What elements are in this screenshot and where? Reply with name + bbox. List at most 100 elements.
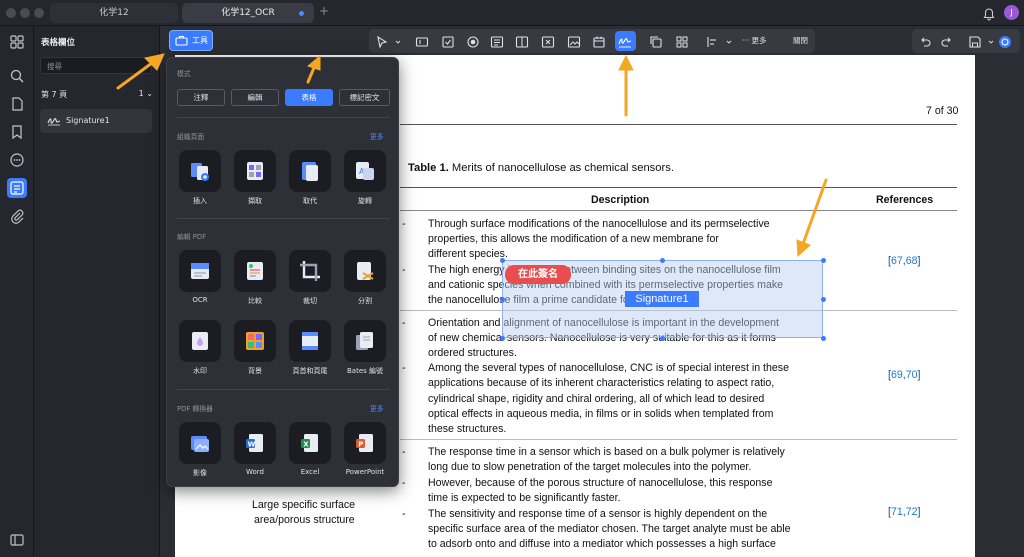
reference-cell[interactable]: [71,72] — [888, 506, 920, 518]
chevron-down-icon[interactable] — [984, 34, 994, 48]
image-field-icon[interactable] — [567, 34, 581, 48]
resize-handle[interactable] — [821, 336, 826, 341]
organize-more-link[interactable]: 更多 — [370, 131, 384, 141]
extract-tool-tile[interactable] — [234, 150, 276, 192]
to-excel-tool-tile[interactable]: X — [289, 422, 331, 464]
field-item-label: Signature1 — [66, 116, 110, 125]
close-form-mode-button[interactable]: 關閉 — [793, 35, 808, 46]
resize-handle[interactable] — [821, 258, 826, 263]
panel-title: 表格欄位 — [41, 38, 76, 48]
divider — [177, 117, 390, 118]
col-header-references: References — [876, 194, 934, 206]
thumbnails-icon[interactable] — [9, 34, 25, 50]
bookmark-icon[interactable] — [9, 124, 25, 140]
row-label: Large specific surface — [252, 499, 356, 511]
button-field-icon[interactable] — [541, 34, 555, 48]
avatar[interactable]: J — [1004, 5, 1019, 20]
edit-section-label: 編輯 PDF — [177, 233, 206, 241]
page-field-count: 1 ⌄ — [138, 89, 153, 98]
combo-box-icon[interactable] — [490, 34, 504, 48]
tool-label: Word — [246, 468, 264, 476]
more-button[interactable]: ··· 更多 — [742, 35, 767, 46]
insert-tool-tile[interactable] — [179, 150, 221, 192]
chevron-down-icon[interactable] — [391, 34, 401, 48]
ai-assistant-icon[interactable] — [998, 34, 1012, 48]
minimize-window-button[interactable] — [20, 8, 30, 18]
search-input[interactable]: 搜尋 — [40, 57, 152, 74]
align-icon[interactable] — [706, 34, 720, 48]
replace-pages-icon — [302, 162, 318, 181]
chevron-down-icon[interactable] — [722, 34, 732, 48]
bullet-dash: - — [402, 477, 406, 489]
to-powerpoint-tool-tile[interactable]: P — [344, 422, 386, 464]
crop-icon — [300, 261, 320, 281]
grid-icon[interactable] — [675, 34, 689, 48]
tab-label: 化学12_OCR — [221, 8, 275, 18]
comment-icon[interactable] — [9, 152, 25, 168]
close-window-button[interactable] — [6, 8, 16, 18]
bell-icon[interactable] — [983, 6, 995, 25]
mode-form-button[interactable]: 表格 — [285, 89, 333, 106]
sidebar-toggle-icon[interactable] — [9, 532, 25, 548]
mode-edit-button[interactable]: 編輯 — [231, 89, 279, 106]
watermark-tool-tile[interactable] — [179, 320, 221, 362]
new-tab-button[interactable]: + — [319, 4, 329, 18]
tab-chem12[interactable]: 化学12 — [50, 3, 178, 23]
resize-handle[interactable] — [500, 336, 505, 341]
select-cursor-icon[interactable] — [375, 34, 389, 49]
resize-handle[interactable] — [500, 297, 505, 302]
list-box-icon[interactable] — [515, 34, 529, 48]
redo-icon[interactable] — [940, 34, 954, 48]
split-tool-tile[interactable] — [344, 250, 386, 292]
page-group-header[interactable]: 第 7 頁 1 ⌄ — [41, 89, 153, 100]
field-item-signature[interactable]: Signature1 — [40, 109, 152, 133]
mode-annotate-button[interactable]: 注釋 — [177, 89, 225, 106]
replace-tool-tile[interactable] — [289, 150, 331, 192]
sign-here-badge[interactable]: 在此簽名 — [505, 265, 571, 284]
signature-field-icon[interactable] — [615, 31, 636, 51]
bullet-dash: - — [402, 362, 406, 374]
background-tool-tile[interactable] — [234, 320, 276, 362]
tools-button[interactable]: 工具 — [169, 30, 213, 51]
resize-handle[interactable] — [660, 258, 665, 263]
search-icon[interactable] — [9, 68, 25, 84]
reference-cell[interactable]: [67,68] — [888, 255, 920, 267]
reference-cell[interactable]: [69,70] — [888, 369, 920, 381]
resize-handle[interactable] — [821, 297, 826, 302]
row-label: area/porous structure — [254, 514, 355, 526]
bates-tool-tile[interactable] — [344, 320, 386, 362]
resize-handle[interactable] — [500, 258, 505, 263]
table-line: specific surface area of the mediator ch… — [428, 523, 791, 535]
to-image-tool-tile[interactable] — [179, 422, 221, 464]
convert-more-link[interactable]: 更多 — [370, 403, 384, 413]
resize-handle[interactable] — [660, 336, 665, 341]
extract-pages-icon — [247, 162, 263, 180]
page-icon[interactable] — [9, 96, 25, 112]
zoom-window-button[interactable] — [34, 8, 44, 18]
crop-tool-tile[interactable] — [289, 250, 331, 292]
tab-chem12-ocr[interactable]: 化学12_OCR — [182, 3, 314, 23]
to-word-tool-tile[interactable]: W — [234, 422, 276, 464]
mode-redact-button[interactable]: 標記密文 — [339, 89, 390, 106]
undo-icon[interactable] — [918, 34, 932, 48]
text-field-icon[interactable] — [415, 34, 429, 48]
form-fields-icon[interactable] — [7, 178, 27, 198]
rotate-tool-tile[interactable]: A — [344, 150, 386, 192]
image-convert-icon — [191, 436, 209, 452]
table-line: ordered structures. — [428, 347, 517, 359]
attachment-icon[interactable] — [9, 208, 25, 224]
table-line: to adsorb onto and diffuse into a mediat… — [428, 538, 776, 550]
checkbox-icon[interactable] — [441, 34, 455, 48]
date-field-icon[interactable] — [592, 34, 606, 48]
table-line: optical effects in aqueous media, in fil… — [428, 408, 774, 420]
ocr-tool-tile[interactable] — [179, 250, 221, 292]
svg-text:W: W — [248, 441, 256, 449]
header-footer-tool-tile[interactable] — [289, 320, 331, 362]
form-toolbar: ··· 更多 關閉 — [369, 29, 815, 53]
toolbox-icon — [175, 35, 188, 46]
save-icon[interactable] — [968, 34, 982, 48]
compare-tool-tile[interactable] — [234, 250, 276, 292]
duplicate-icon[interactable] — [649, 34, 663, 48]
radio-button-icon[interactable] — [466, 34, 480, 48]
table-line: The sensitivity and response time of a s… — [428, 508, 768, 520]
